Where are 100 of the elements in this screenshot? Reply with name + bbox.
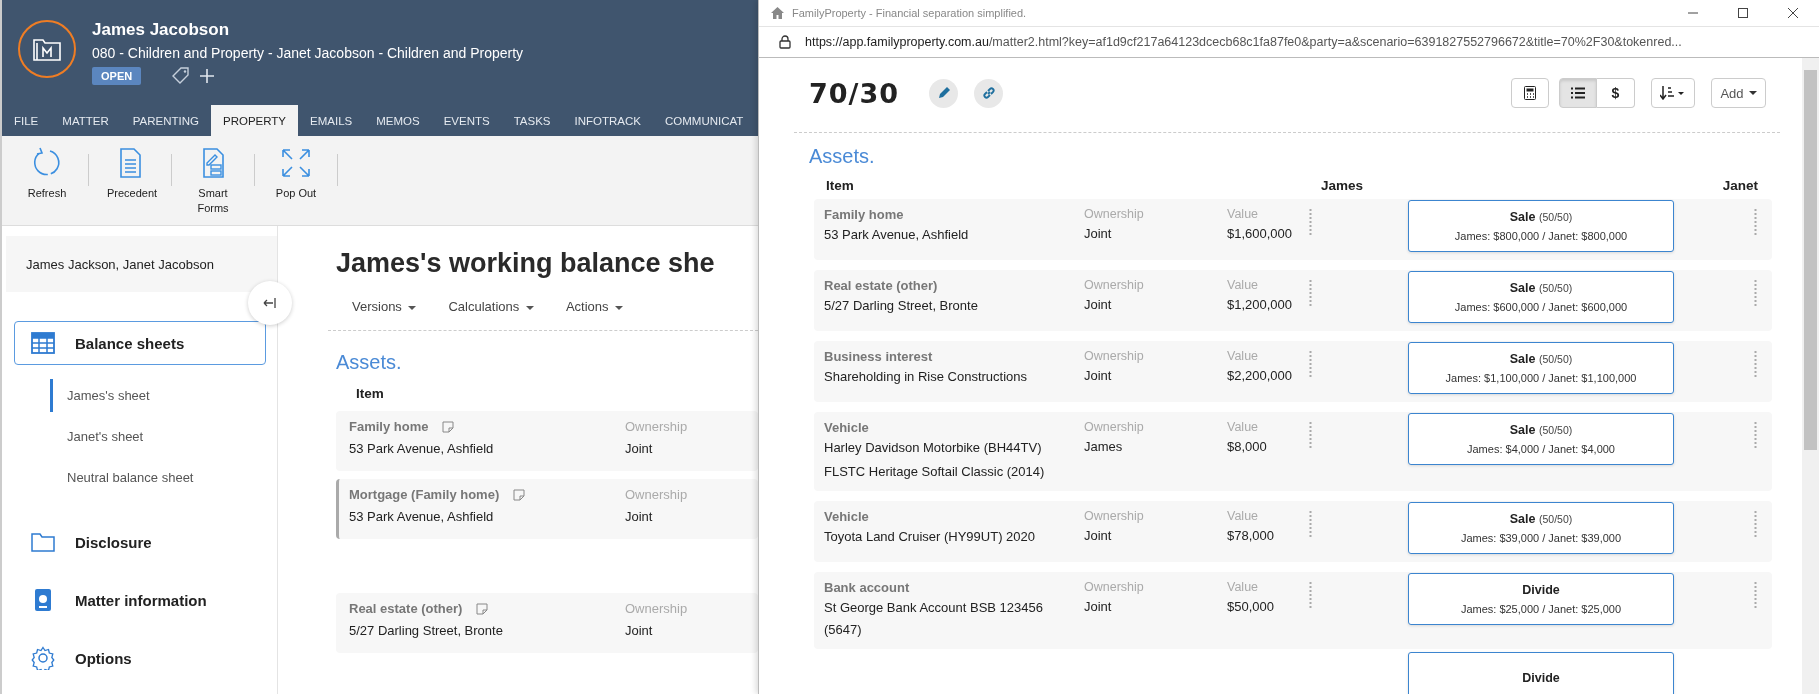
scrollbar[interactable]	[1802, 58, 1819, 694]
asset-detail: Harley Davidson Motorbike (BH44TV)	[824, 439, 1043, 457]
asset-detail: 5/27 Darling Street, Bronte	[349, 622, 504, 639]
asset-row[interactable]: Real estate (other) 5/27 Darling Street, Bronte Ownership Joint Value $1,200,000 Sale (50/50) James: $600,000 / Janet: $600,000	[814, 270, 1772, 331]
asset-row[interactable]: Bank account St George Bank Account BSB 123456 (5647) Ownership Joint Value $50,000 Divide James: $25,000 / Janet: $25,000	[814, 572, 1772, 649]
asset-row[interactable]: Business interest Shareholding in Rise Constructions Ownership Joint Value $2,200,000 Sale (50/50) James: $1,100,000 / Janet: $1,100,000	[814, 341, 1772, 402]
asset-value: $8,000	[1227, 438, 1268, 456]
view-button[interactable]: $	[1597, 78, 1635, 108]
tag-icon[interactable]	[171, 67, 192, 85]
asset-detail: 53 Park Avenue, Ashfield	[824, 226, 970, 244]
add-button[interactable]: Add	[1711, 78, 1766, 108]
dotted-handle-icon[interactable]	[1309, 422, 1312, 450]
decision-card[interactable]: Sale (50/50) James: $1,100,000 / Janet: $1,100,000	[1408, 342, 1674, 394]
asset-value: $50,000	[1227, 598, 1275, 616]
field-label: Ownership	[1084, 509, 1145, 523]
sheet-link[interactable]: Janet's sheet	[50, 420, 277, 453]
address-bar[interactable]: https://app.familyproperty.com.au/matter2.html?key=af1d9cf217a64123dcecb68c1fa87fe0&party=a&scenario=6391827552796672&title=70%2F30&tokenred...	[805, 35, 1682, 49]
ribbon-tab[interactable]: MATTER	[50, 105, 121, 137]
field-label: Ownership	[625, 419, 688, 434]
status-badge: OPEN	[92, 67, 142, 85]
collapse-button[interactable]	[248, 281, 292, 325]
ownership-value: Joint	[1084, 527, 1113, 545]
ribbon-tab[interactable]: INFOTRACK	[562, 105, 653, 137]
decision-card[interactable]: Sale (50/50) James: $600,000 / Janet: $600,000	[1408, 271, 1674, 323]
decision-card[interactable]: Sale (50/50) James: $800,000 / Janet: $800,000	[1408, 200, 1674, 252]
dotted-handle-icon[interactable]	[1754, 351, 1757, 379]
asset-row[interactable]: Family home 53 Park Avenue, Ashfield Ownership Joint Value $1,600,000 Sale (50/50) James: $800,000 / Janet: $800,000	[814, 199, 1772, 260]
dotted-handle-icon[interactable]	[1754, 422, 1757, 450]
dropdown-menu[interactable]: Actions	[565, 299, 624, 314]
close-icon[interactable]	[1787, 7, 1799, 19]
list-icon	[1571, 87, 1585, 99]
matter-title: James Jacobson	[92, 20, 230, 40]
asset-row[interactable]: Real estate (other) 5/27 Darling Street, Bronte Ownership Joint	[336, 593, 758, 653]
collapse-arrow-icon	[263, 297, 277, 309]
field-label: Ownership	[1084, 420, 1145, 434]
table-icon	[31, 332, 55, 354]
decision-card[interactable]: Divide	[1408, 652, 1674, 694]
nav-item[interactable]: Balance sheets	[14, 321, 266, 365]
dropdown-menu[interactable]: Calculations	[448, 299, 534, 314]
edit-button[interactable]	[929, 78, 958, 108]
ownership-value: Joint	[1084, 367, 1113, 385]
ribbon-tab[interactable]: FILE	[2, 105, 51, 137]
sort-icon	[1660, 86, 1686, 100]
section-heading: Assets.	[336, 351, 403, 374]
dotted-handle-icon[interactable]	[1754, 582, 1757, 610]
pencil-icon	[936, 86, 951, 100]
field-label: Value	[1227, 420, 1260, 434]
toolbar-button[interactable]: Refresh	[16, 146, 78, 202]
decision-card[interactable]: Sale (50/50) James: $4,000 / Janet: $4,000	[1408, 413, 1674, 465]
asset-type: Family home	[824, 207, 905, 222]
column-header: Item	[356, 386, 385, 401]
dotted-handle-icon[interactable]	[1309, 351, 1312, 379]
column-header: Item	[826, 178, 855, 193]
ribbon-tab[interactable]: MEMOS	[364, 105, 432, 137]
field-label: Ownership	[1084, 278, 1145, 292]
link-button[interactable]	[974, 78, 1003, 108]
asset-value: $2,200,000	[1227, 367, 1294, 385]
asset-row[interactable]: Family home 53 Park Avenue, Ashfield Ownership Joint	[336, 411, 758, 471]
maximize-icon[interactable]	[1737, 7, 1749, 19]
ownership-value: Joint	[625, 622, 654, 639]
dotted-handle-icon[interactable]	[1309, 209, 1312, 237]
dotted-handle-icon[interactable]	[1754, 280, 1757, 308]
toolbar-button[interactable]: Pop Out	[265, 146, 327, 202]
sheet-link[interactable]: James's sheet	[50, 379, 277, 412]
view-button[interactable]	[1559, 78, 1597, 108]
decision-card[interactable]: Divide James: $25,000 / Janet: $25,000	[1408, 573, 1674, 625]
ribbon-tab[interactable]: PARENTING	[120, 105, 211, 137]
note-icon[interactable]	[513, 488, 526, 501]
dotted-handle-icon[interactable]	[1754, 511, 1757, 539]
scenario-title: 70/30	[809, 77, 899, 109]
asset-row[interactable]: Vehicle Harley Davidson Motorbike (BH44TV) FLSTC Heritage Softail Classic (2014) Ownership James Value $8,000 Sale (50/50) James: $4,000 / Janet: $4,000	[814, 412, 1772, 491]
ribbon-tab[interactable]: EMAILS	[298, 105, 365, 137]
note-icon[interactable]	[476, 602, 489, 615]
sheet-link[interactable]: Neutral balance sheet	[50, 461, 277, 494]
view-button[interactable]	[1511, 78, 1549, 108]
dropdown-menu[interactable]: Versions	[352, 299, 417, 314]
asset-type: Business interest	[824, 349, 934, 364]
dotted-handle-icon[interactable]	[1309, 280, 1312, 308]
ribbon-tab[interactable]: PROPERTY	[210, 105, 299, 137]
toolbar-button[interactable]: Smart Forms	[182, 146, 244, 217]
toolbar-button[interactable]: Precedent	[99, 146, 161, 202]
plus-icon[interactable]	[199, 68, 216, 84]
asset-row[interactable]: Vehicle Toyota Land Cruiser (HY99UT) 2020 Ownership Joint Value $78,000 Sale (50/50) James: $39,000 / Janet: $39,000	[814, 501, 1772, 562]
ribbon-tab[interactable]: TASKS	[501, 105, 563, 137]
ribbon-tab[interactable]: COMMUNICAT	[653, 105, 756, 137]
asset-row[interactable]: Mortgage (Family home) 53 Park Avenue, Ashfield Ownership Joint	[336, 479, 758, 539]
ribbon-tab[interactable]: EVENTS	[431, 105, 502, 137]
nav-item[interactable]: Matter information	[14, 578, 266, 622]
parties-label: James Jackson, Janet Jacobson	[6, 236, 277, 292]
field-label: Ownership	[1084, 349, 1145, 363]
decision-card[interactable]: Sale (50/50) James: $39,000 / Janet: $39,000	[1408, 502, 1674, 554]
dotted-handle-icon[interactable]	[1309, 511, 1312, 539]
dotted-handle-icon[interactable]	[1754, 209, 1757, 237]
nav-item[interactable]: Options	[14, 636, 266, 680]
sort-button[interactable]	[1651, 78, 1695, 108]
note-icon[interactable]	[442, 420, 455, 433]
nav-item[interactable]: Disclosure	[14, 520, 266, 564]
sheet-title: James's working balance she	[336, 248, 716, 279]
ownership-value: Joint	[625, 508, 654, 525]
dotted-handle-icon[interactable]	[1309, 582, 1312, 610]
